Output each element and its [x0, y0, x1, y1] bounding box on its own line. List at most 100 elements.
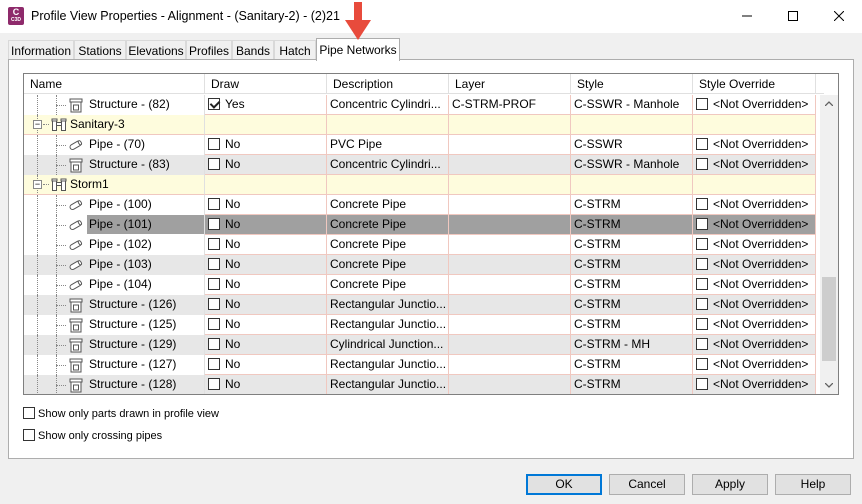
pipe-row[interactable]: Pipe - (104) No Concrete Pipe C-STRM <Not Ov… — [24, 275, 816, 295]
ok-button[interactable]: OK — [526, 474, 602, 495]
style-override-cell[interactable]: <Not Overridden> — [693, 255, 816, 275]
style-cell[interactable]: C-STRM — [571, 355, 693, 375]
tab-bands[interactable]: Bands — [232, 40, 274, 60]
style-cell[interactable]: C-STRM — [571, 375, 693, 394]
style-override-checkbox[interactable] — [696, 157, 708, 170]
style-override-checkbox[interactable] — [696, 337, 708, 350]
draw-checkbox[interactable] — [208, 357, 220, 370]
style-cell[interactable]: C-STRM — [571, 195, 693, 215]
draw-checkbox[interactable] — [208, 97, 220, 110]
style-override-cell[interactable]: <Not Overridden> — [693, 135, 816, 155]
tab-elevations[interactable]: Elevations — [126, 40, 186, 60]
draw-cell[interactable]: No — [205, 195, 327, 215]
draw-checkbox[interactable] — [208, 157, 220, 170]
collapse-toggle[interactable]: − — [33, 180, 42, 189]
draw-cell[interactable]: No — [205, 215, 327, 235]
minimize-button[interactable] — [724, 0, 770, 32]
style-cell[interactable]: C-SSWR - Manhole — [571, 95, 693, 115]
style-override-cell[interactable]: <Not Overridden> — [693, 95, 816, 115]
network-group-row[interactable]: − Storm1 — [24, 175, 816, 195]
draw-cell[interactable]: No — [205, 295, 327, 315]
style-override-checkbox[interactable] — [696, 97, 708, 110]
style-cell[interactable]: C-STRM — [571, 315, 693, 335]
style-override-cell[interactable]: <Not Overridden> — [693, 215, 816, 235]
help-button[interactable]: Help — [775, 474, 851, 495]
style-cell[interactable]: C-STRM — [571, 295, 693, 315]
tab-stations[interactable]: Stations — [74, 40, 126, 60]
show-crossing-pipes-checkbox[interactable] — [23, 429, 35, 442]
column-header-style-override[interactable]: Style Override — [693, 74, 816, 94]
style-override-checkbox[interactable] — [696, 237, 708, 250]
style-override-cell[interactable]: <Not Overridden> — [693, 235, 816, 255]
style-override-cell[interactable]: <Not Overridden> — [693, 355, 816, 375]
layer-cell[interactable] — [449, 235, 571, 255]
close-button[interactable] — [816, 0, 862, 32]
structure-row[interactable]: Structure - (82) Yes Concentric Cylindri..… — [24, 95, 816, 115]
tab-information[interactable]: Information — [8, 40, 74, 60]
apply-button[interactable]: Apply — [692, 474, 768, 495]
draw-cell[interactable]: No — [205, 135, 327, 155]
layer-cell[interactable] — [449, 315, 571, 335]
scroll-up-button[interactable] — [820, 95, 838, 112]
column-header-description[interactable]: Description — [327, 74, 449, 94]
tab-profiles[interactable]: Profiles — [186, 40, 232, 60]
style-cell[interactable]: C-STRM — [571, 215, 693, 235]
draw-checkbox[interactable] — [208, 257, 220, 270]
pipe-row[interactable]: Pipe - (102) No Concrete Pipe C-STRM <Not Ov… — [24, 235, 816, 255]
maximize-button[interactable] — [770, 0, 816, 32]
style-override-checkbox[interactable] — [696, 197, 708, 210]
pipe-row[interactable]: Pipe - (103) No Concrete Pipe C-STRM <Not Ov… — [24, 255, 816, 275]
layer-cell[interactable] — [449, 375, 571, 394]
layer-cell[interactable] — [449, 335, 571, 355]
style-cell[interactable]: C-STRM — [571, 255, 693, 275]
structure-row[interactable]: Structure - (128) No Rectangular Junctio..… — [24, 375, 816, 394]
style-override-cell[interactable]: <Not Overridden> — [693, 195, 816, 215]
draw-cell[interactable]: No — [205, 375, 327, 394]
column-header-name[interactable]: Name — [24, 74, 205, 94]
draw-cell[interactable]: No — [205, 255, 327, 275]
draw-checkbox[interactable] — [208, 237, 220, 250]
style-override-cell[interactable]: <Not Overridden> — [693, 335, 816, 355]
structure-row[interactable]: Structure - (127) No Rectangular Junctio..… — [24, 355, 816, 375]
scrollbar-thumb[interactable] — [822, 277, 836, 361]
style-override-cell[interactable]: <Not Overridden> — [693, 295, 816, 315]
structure-row[interactable]: Structure - (126) No Rectangular Junctio..… — [24, 295, 816, 315]
structure-row[interactable]: Structure - (83) No Concentric Cylindri...… — [24, 155, 816, 175]
draw-cell[interactable]: No — [205, 155, 327, 175]
style-override-checkbox[interactable] — [696, 137, 708, 150]
pipe-row[interactable]: Pipe - (101) No Concrete Pipe C-STRM <Not Ov… — [24, 215, 816, 235]
layer-cell[interactable] — [449, 295, 571, 315]
column-header-draw[interactable]: Draw — [205, 74, 327, 94]
style-override-cell[interactable]: <Not Overridden> — [693, 275, 816, 295]
style-cell[interactable]: C-STRM — [571, 235, 693, 255]
draw-cell[interactable]: No — [205, 275, 327, 295]
style-cell[interactable]: C-STRM — [571, 275, 693, 295]
style-cell[interactable]: C-STRM - MH — [571, 335, 693, 355]
layer-cell[interactable]: C-STRM-PROF — [449, 95, 571, 115]
show-parts-drawn-checkbox[interactable] — [23, 407, 35, 420]
show-parts-drawn-option[interactable]: Show only parts drawn in profile view — [23, 407, 219, 420]
pipe-row[interactable]: Pipe - (100) No Concrete Pipe C-STRM <Not Ov… — [24, 195, 816, 215]
tab-pipe-networks[interactable]: Pipe Networks — [316, 38, 400, 61]
cancel-button[interactable]: Cancel — [609, 474, 685, 495]
style-override-cell[interactable]: <Not Overridden> — [693, 375, 816, 394]
pipe-row[interactable]: Pipe - (70) No PVC Pipe C-SSWR <Not Overridd… — [24, 135, 816, 155]
draw-checkbox[interactable] — [208, 277, 220, 290]
draw-checkbox[interactable] — [208, 317, 220, 330]
style-override-checkbox[interactable] — [696, 377, 708, 390]
style-override-checkbox[interactable] — [696, 357, 708, 370]
structure-row[interactable]: Structure - (125) No Rectangular Junctio..… — [24, 315, 816, 335]
style-override-cell[interactable]: <Not Overridden> — [693, 315, 816, 335]
structure-row[interactable]: Structure - (129) No Cylindrical Junction.… — [24, 335, 816, 355]
layer-cell[interactable] — [449, 255, 571, 275]
show-crossing-pipes-option[interactable]: Show only crossing pipes — [23, 429, 162, 442]
draw-checkbox[interactable] — [208, 137, 220, 150]
draw-checkbox[interactable] — [208, 377, 220, 390]
draw-checkbox[interactable] — [208, 217, 220, 230]
layer-cell[interactable] — [449, 215, 571, 235]
style-override-checkbox[interactable] — [696, 277, 708, 290]
draw-cell[interactable]: No — [205, 235, 327, 255]
style-override-cell[interactable]: <Not Overridden> — [693, 155, 816, 175]
style-cell[interactable]: C-SSWR - Manhole — [571, 155, 693, 175]
tab-hatch[interactable]: Hatch — [274, 40, 316, 60]
